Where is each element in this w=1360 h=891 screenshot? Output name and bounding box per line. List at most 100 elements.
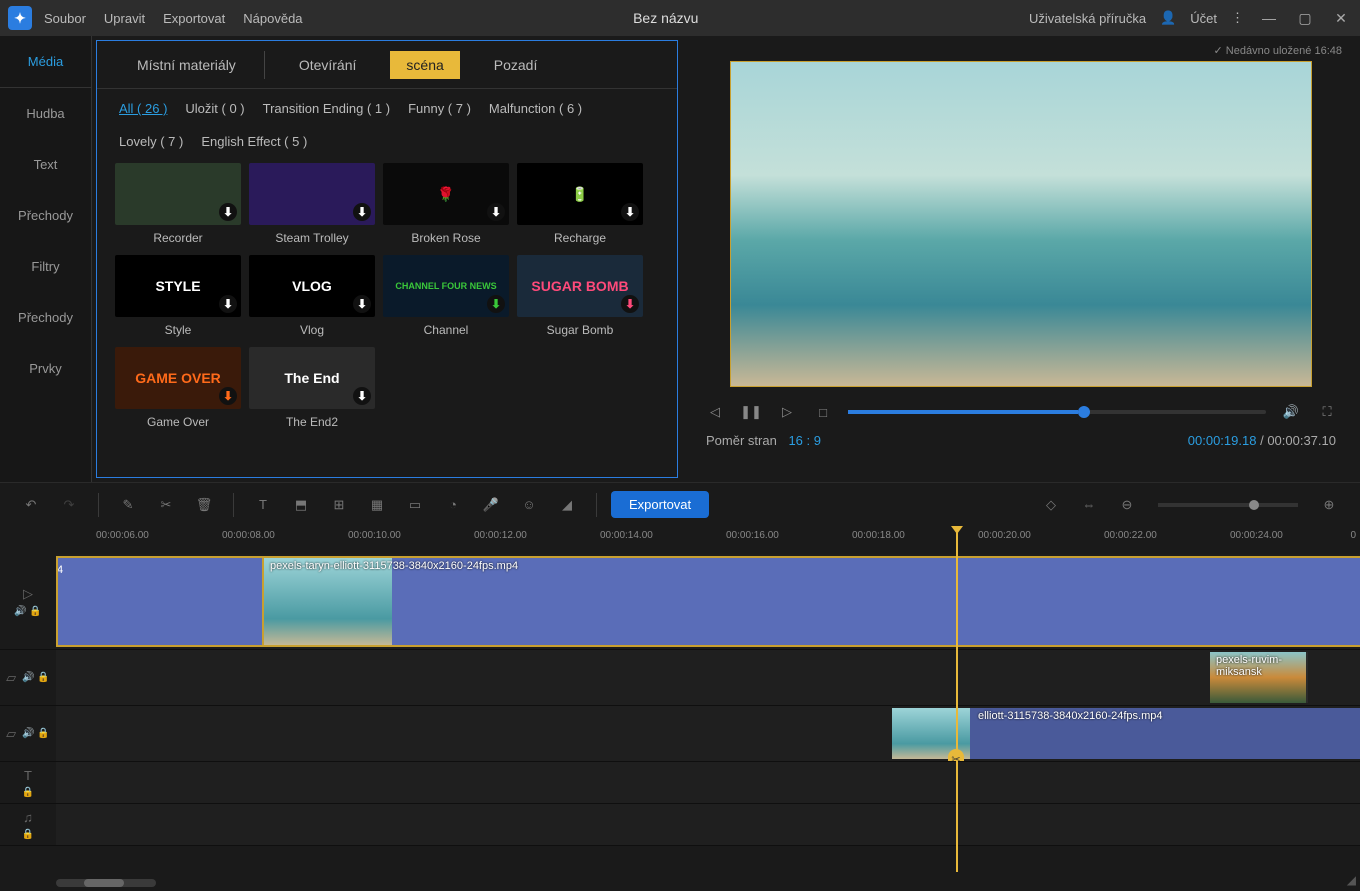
sidebar-item-transitions2[interactable]: Přechody xyxy=(0,292,91,343)
zoom-in-button[interactable]: ⊕ xyxy=(1314,490,1344,520)
text-tool[interactable]: T xyxy=(248,490,278,520)
download-icon[interactable]: ⬇ xyxy=(353,203,371,221)
download-icon[interactable]: ⬇ xyxy=(487,295,505,313)
playhead[interactable] xyxy=(956,532,958,872)
maximize-button[interactable]: ▢ xyxy=(1294,10,1316,27)
next-frame-button[interactable]: ▷ xyxy=(776,401,798,423)
filter-english-effect[interactable]: English Effect ( 5 ) xyxy=(201,134,307,149)
scene-thumb-channel[interactable]: CHANNEL FOUR NEWS⬇Channel xyxy=(383,255,509,337)
overlay-track-1[interactable]: ▱🔊 🔒 pexels-ruvim-miksansk xyxy=(0,650,1360,706)
menu-export[interactable]: Exportovat xyxy=(163,11,225,26)
filter-lovely[interactable]: Lovely ( 7 ) xyxy=(119,134,183,149)
track-head-overlay2[interactable]: ▱🔊 🔒 xyxy=(0,706,56,761)
audio-track[interactable]: ♫🔒 xyxy=(0,804,1360,846)
download-icon[interactable]: ⬇ xyxy=(621,203,639,221)
resize-handle[interactable]: ◢ xyxy=(1347,873,1356,887)
sidebar-item-media[interactable]: Média xyxy=(0,36,91,88)
pen-icon[interactable]: ✎ xyxy=(113,490,143,520)
minimize-button[interactable]: — xyxy=(1258,10,1280,26)
scrollbar-thumb[interactable] xyxy=(84,879,124,887)
tab-background[interactable]: Pozadí xyxy=(478,51,554,79)
video-track-1[interactable]: ▷ 🔊 🔒 4 pexels-taryn-elliott-3115738-384… xyxy=(0,554,1360,650)
track-head-audio[interactable]: ♫🔒 xyxy=(0,804,56,845)
track-head-video[interactable]: ▷ 🔊 🔒 xyxy=(0,554,56,649)
filter-all[interactable]: All ( 26 ) xyxy=(119,101,167,116)
scene-thumb-broken-rose[interactable]: 🌹⬇Broken Rose xyxy=(383,163,509,245)
filter-transition-ending[interactable]: Transition Ending ( 1 ) xyxy=(263,101,390,116)
playhead-handle[interactable] xyxy=(951,526,963,534)
scene-thumb-style[interactable]: STYLE⬇Style xyxy=(115,255,241,337)
volume-button[interactable]: 🔊 xyxy=(1280,401,1302,423)
crop-button[interactable]: ⬒ xyxy=(286,490,316,520)
clip-start-marker: 4 xyxy=(57,564,63,576)
tab-scene[interactable]: scéna xyxy=(390,51,459,79)
scene-thumb-game-over[interactable]: GAME OVER⬇Game Over xyxy=(115,347,241,429)
export-button[interactable]: Exportovat xyxy=(611,491,709,518)
undo-button[interactable]: ↶ xyxy=(16,490,46,520)
scene-thumb-sugar-bomb[interactable]: SUGAR BOMB⬇Sugar Bomb xyxy=(517,255,643,337)
download-icon[interactable]: ⬇ xyxy=(219,387,237,405)
download-icon[interactable]: ⬇ xyxy=(219,295,237,313)
sidebar-item-text[interactable]: Text xyxy=(0,139,91,190)
playback-slider[interactable] xyxy=(848,410,1266,414)
fit-button[interactable]: ⇔ xyxy=(1074,490,1104,520)
download-icon[interactable]: ⬇ xyxy=(219,203,237,221)
download-icon[interactable]: ⬇ xyxy=(353,295,371,313)
grid-button[interactable]: ▦ xyxy=(362,490,392,520)
track-head-text[interactable]: T🔒 xyxy=(0,762,56,803)
sidebar-item-filters[interactable]: Filtry xyxy=(0,241,91,292)
timeline: 00:00:06.0000:00:08.0000:00:10.0000:00:1… xyxy=(0,526,1360,891)
prev-frame-button[interactable]: ◁ xyxy=(704,401,726,423)
video-preview[interactable] xyxy=(730,61,1312,387)
aspect-ratio-value[interactable]: 16 : 9 xyxy=(788,433,821,448)
scene-thumb-recorder[interactable]: ⬇Recorder xyxy=(115,163,241,245)
stop-button[interactable]: □ xyxy=(812,401,834,423)
pause-button[interactable]: ❚❚ xyxy=(740,401,762,423)
menu-edit[interactable]: Upravit xyxy=(104,11,145,26)
voice-button[interactable]: 🎤 xyxy=(476,490,506,520)
face-button[interactable]: ☺ xyxy=(514,490,544,520)
delete-button[interactable]: 🗑 xyxy=(189,490,219,520)
sidebar-item-elements[interactable]: Prvky xyxy=(0,343,91,394)
filter-save[interactable]: Uložit ( 0 ) xyxy=(185,101,244,116)
menu-help[interactable]: Nápověda xyxy=(243,11,302,26)
horizontal-scrollbar[interactable] xyxy=(56,879,156,887)
split-marker-icon[interactable]: ✂ xyxy=(948,749,964,761)
download-icon[interactable]: ⬇ xyxy=(353,387,371,405)
more-icon[interactable]: ⋮ xyxy=(1231,10,1244,26)
speed-button[interactable]: ◔ xyxy=(438,490,468,520)
filter-malfunction[interactable]: Malfunction ( 6 ) xyxy=(489,101,582,116)
scene-thumb-recharge[interactable]: 🔋⬇Recharge xyxy=(517,163,643,245)
tab-opening[interactable]: Otevírání xyxy=(283,51,373,79)
fullscreen-button[interactable]: ⛶ xyxy=(1316,401,1338,423)
marker-button[interactable]: ◇ xyxy=(1036,490,1066,520)
user-guide-link[interactable]: Uživatelská příručka xyxy=(1029,11,1146,26)
split-button[interactable]: ✂ xyxy=(151,490,181,520)
zoom-out-button[interactable]: ⊖ xyxy=(1112,490,1142,520)
zoom-slider[interactable] xyxy=(1158,503,1298,507)
mosaic-button[interactable]: ⊞ xyxy=(324,490,354,520)
download-icon[interactable]: ⬇ xyxy=(621,295,639,313)
overlay-clip-1[interactable]: pexels-ruvim-miksansk xyxy=(1210,652,1308,703)
zoom-thumb[interactable] xyxy=(1249,500,1259,510)
filter-funny[interactable]: Funny ( 7 ) xyxy=(408,101,471,116)
slider-thumb[interactable] xyxy=(1078,406,1090,418)
sidebar-item-transitions[interactable]: Přechody xyxy=(0,190,91,241)
tab-local[interactable]: Místní materiály xyxy=(121,51,265,79)
time-ruler[interactable]: 00:00:06.0000:00:08.0000:00:10.0000:00:1… xyxy=(56,526,1360,554)
sidebar-item-music[interactable]: Hudba xyxy=(0,88,91,139)
scene-thumb-the-end2[interactable]: The End⬇The End2 xyxy=(249,347,375,429)
scene-thumb-steam-trolley[interactable]: ⬇Steam Trolley xyxy=(249,163,375,245)
text-track[interactable]: T🔒 xyxy=(0,762,1360,804)
close-button[interactable]: ✕ xyxy=(1330,10,1352,27)
freeze-button[interactable]: ▭ xyxy=(400,490,430,520)
scene-thumb-vlog[interactable]: VLOG⬇Vlog xyxy=(249,255,375,337)
color-button[interactable]: ◢ xyxy=(552,490,582,520)
menu-file[interactable]: Soubor xyxy=(44,11,86,26)
redo-button[interactable]: ↷ xyxy=(54,490,84,520)
track-head-overlay1[interactable]: ▱🔊 🔒 xyxy=(0,650,56,705)
overlay-track-2[interactable]: ▱🔊 🔒 elliott-3115738-3840x2160-24fps.mp4… xyxy=(0,706,1360,762)
account-link[interactable]: Účet xyxy=(1190,11,1217,26)
video-clip-main[interactable]: pexels-taryn-elliott-3115738-3840x2160-2… xyxy=(262,556,1360,647)
download-icon[interactable]: ⬇ xyxy=(487,203,505,221)
